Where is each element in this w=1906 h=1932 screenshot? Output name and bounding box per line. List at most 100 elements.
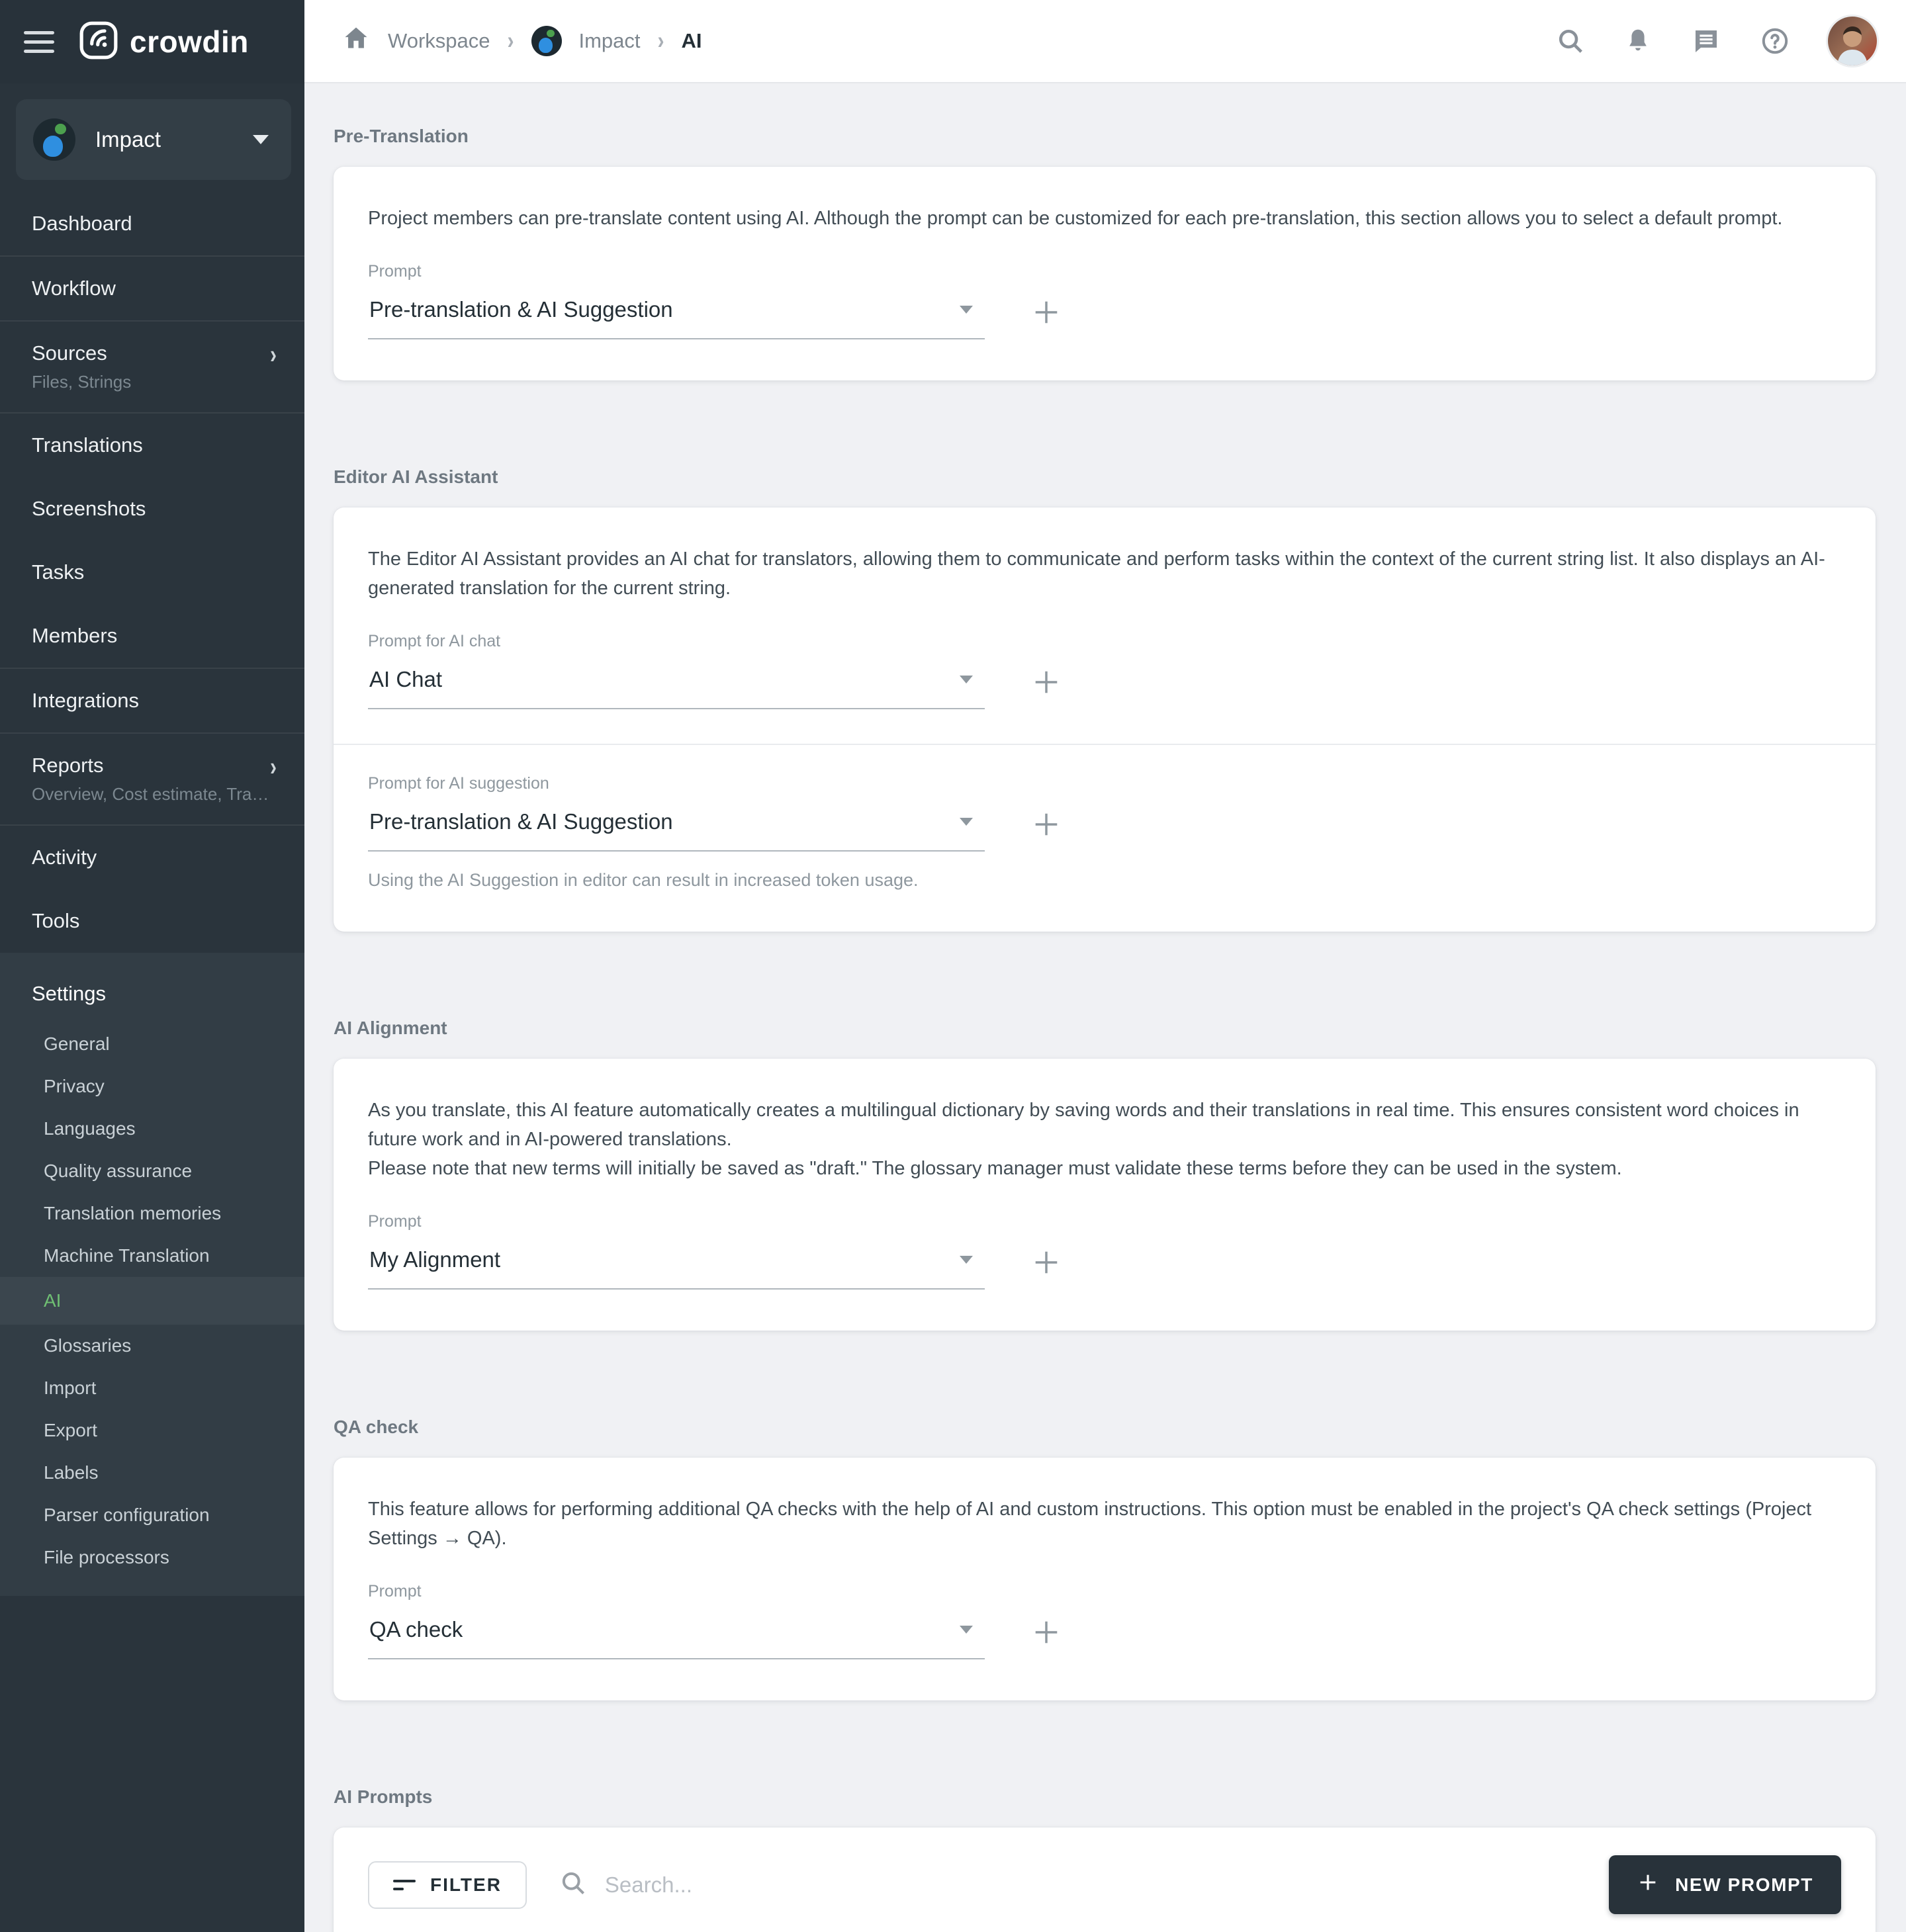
sidebar-item-reports[interactable]: Reports Overview, Cost estimate, Transl.…: [0, 734, 304, 826]
editor-description: The Editor AI Assistant provides an AI c…: [368, 545, 1841, 603]
ai-chat-prompt-select[interactable]: AI Chat: [368, 658, 985, 709]
dropdown-caret-icon: [960, 306, 973, 314]
alignment-description-2: Please note that new terms will initiall…: [368, 1154, 1841, 1183]
dropdown-caret-icon: [960, 1256, 973, 1264]
search-input[interactable]: [605, 1872, 1609, 1898]
search-icon: [559, 1868, 588, 1901]
sidebar-item-members[interactable]: Members: [0, 604, 304, 669]
prompt-for-ai-suggestion-label: Prompt for AI suggestion: [368, 774, 1841, 793]
prompt-label: Prompt: [368, 262, 1841, 281]
main-content: Pre-Translation Project members can pre-…: [304, 83, 1906, 1932]
sidebar-item-glossaries[interactable]: Glossaries: [0, 1325, 304, 1367]
ai-prompts-toolbar: FILTER NEW PROMPT: [334, 1827, 1876, 1932]
section-heading-editor-ai-assistant: Editor AI Assistant: [334, 466, 1876, 488]
sidebar-item-tools[interactable]: Tools: [0, 889, 304, 953]
sidebar-item-activity[interactable]: Activity: [0, 826, 304, 889]
add-prompt-icon[interactable]: [1031, 667, 1062, 697]
ai-suggestion-helper-text: Using the AI Suggestion in editor can re…: [368, 870, 1841, 891]
ai-prompts-card: FILTER NEW PROMPT Title Visibilit: [334, 1827, 1876, 1932]
sidebar-item-general[interactable]: General: [0, 1023, 304, 1065]
qa-check-prompt-select[interactable]: QA check: [368, 1608, 985, 1659]
sidebar-item-translations[interactable]: Translations: [0, 414, 304, 477]
sidebar-item-sources[interactable]: Sources Files, Strings ›: [0, 322, 304, 414]
section-heading-ai-alignment: AI Alignment: [334, 1018, 1876, 1039]
editor-ai-assistant-card: The Editor AI Assistant provides an AI c…: [334, 507, 1876, 932]
user-avatar[interactable]: [1828, 17, 1877, 66]
breadcrumb-project[interactable]: Impact: [579, 29, 641, 53]
plus-icon: [1637, 1871, 1659, 1898]
prompt-label: Prompt: [368, 1212, 1841, 1231]
sidebar-item-labels[interactable]: Labels: [0, 1452, 304, 1494]
ai-alignment-card: As you translate, this AI feature automa…: [334, 1059, 1876, 1331]
sidebar-item-machine-translation[interactable]: Machine Translation: [0, 1235, 304, 1277]
home-icon[interactable]: [341, 24, 371, 58]
sidebar-item-settings[interactable]: Settings: [0, 962, 304, 1023]
qa-check-card: This feature allows for performing addit…: [334, 1458, 1876, 1700]
chevron-right-icon: ›: [508, 27, 514, 56]
sidebar-item-privacy[interactable]: Privacy: [0, 1065, 304, 1108]
dropdown-caret-icon: [960, 1626, 973, 1634]
crowdin-app: crowdin Workspace › Impact › AI: [0, 0, 1906, 1932]
help-icon[interactable]: [1759, 25, 1791, 57]
hamburger-menu-icon[interactable]: [24, 31, 54, 53]
section-heading-qa-check: QA check: [334, 1417, 1876, 1438]
crowdin-logo-icon: [78, 20, 119, 64]
chevron-right-icon: ›: [270, 341, 277, 370]
dropdown-caret-icon: [960, 818, 973, 826]
breadcrumb-page: AI: [682, 29, 702, 53]
crowdin-logo[interactable]: crowdin: [78, 20, 249, 64]
filter-button[interactable]: FILTER: [368, 1861, 527, 1909]
chevron-right-icon: ›: [270, 753, 277, 782]
section-heading-pre-translation: Pre-Translation: [334, 126, 1876, 147]
ai-suggestion-prompt-select[interactable]: Pre-translation & AI Suggestion: [368, 800, 985, 852]
pre-translation-prompt-select[interactable]: Pre-translation & AI Suggestion: [368, 288, 985, 339]
alignment-prompt-select[interactable]: My Alignment: [368, 1238, 985, 1290]
sidebar-item-reports-subtitle: Overview, Cost estimate, Transl...: [32, 784, 278, 805]
breadcrumb: Workspace › Impact › AI: [341, 24, 702, 58]
notifications-bell-icon[interactable]: [1623, 26, 1653, 56]
sidebar-item-ai[interactable]: AI: [0, 1277, 304, 1325]
dropdown-caret-icon: [960, 676, 973, 683]
sidebar-item-integrations[interactable]: Integrations: [0, 669, 304, 734]
sidebar-item-export[interactable]: Export: [0, 1409, 304, 1452]
project-switcher[interactable]: Impact: [16, 99, 291, 180]
brand-block: crowdin: [0, 0, 304, 83]
section-heading-ai-prompts: AI Prompts: [334, 1786, 1876, 1808]
sidebar-item-quality-assurance[interactable]: Quality assurance: [0, 1150, 304, 1192]
add-prompt-icon[interactable]: [1031, 809, 1062, 840]
sidebar-item-file-processors[interactable]: File processors: [0, 1536, 304, 1579]
messages-icon[interactable]: [1690, 25, 1722, 57]
topbar: Workspace › Impact › AI: [304, 0, 1906, 83]
sidebar-item-tasks[interactable]: Tasks: [0, 541, 304, 604]
sidebar-item-workflow[interactable]: Workflow: [0, 257, 304, 322]
new-prompt-button[interactable]: NEW PROMPT: [1609, 1855, 1841, 1914]
prompts-search: [559, 1868, 1609, 1901]
project-name: Impact: [95, 127, 233, 152]
topbar-actions: [1555, 17, 1877, 66]
sidebar-item-sources-subtitle: Files, Strings: [32, 372, 278, 392]
pre-translation-description: Project members can pre-translate conten…: [368, 204, 1841, 233]
settings-group: Settings General Privacy Languages Quali…: [0, 953, 304, 1596]
search-icon[interactable]: [1555, 26, 1586, 56]
alignment-description-1: As you translate, this AI feature automa…: [368, 1096, 1841, 1154]
project-avatar: [33, 118, 75, 161]
qa-description: This feature allows for performing addit…: [368, 1495, 1841, 1553]
chevron-right-icon: ›: [658, 27, 664, 56]
add-prompt-icon[interactable]: [1031, 297, 1062, 328]
add-prompt-icon[interactable]: [1031, 1617, 1062, 1647]
prompt-for-ai-chat-label: Prompt for AI chat: [368, 632, 1841, 651]
sidebar-item-dashboard[interactable]: Dashboard: [0, 192, 304, 257]
sidebar-item-languages[interactable]: Languages: [0, 1108, 304, 1150]
chevron-down-icon: [253, 135, 269, 144]
prompt-label: Prompt: [368, 1582, 1841, 1601]
sidebar-item-screenshots[interactable]: Screenshots: [0, 477, 304, 541]
sidebar-item-parser-configuration[interactable]: Parser configuration: [0, 1494, 304, 1536]
sidebar-item-translation-memories[interactable]: Translation memories: [0, 1192, 304, 1235]
sidebar: Impact Dashboard Workflow Sources Files,…: [0, 83, 304, 1932]
sidebar-item-import[interactable]: Import: [0, 1367, 304, 1409]
add-prompt-icon[interactable]: [1031, 1247, 1062, 1278]
brand-name: crowdin: [130, 24, 249, 60]
project-avatar: [531, 26, 562, 56]
pre-translation-card: Project members can pre-translate conten…: [334, 167, 1876, 380]
breadcrumb-workspace[interactable]: Workspace: [388, 29, 490, 53]
